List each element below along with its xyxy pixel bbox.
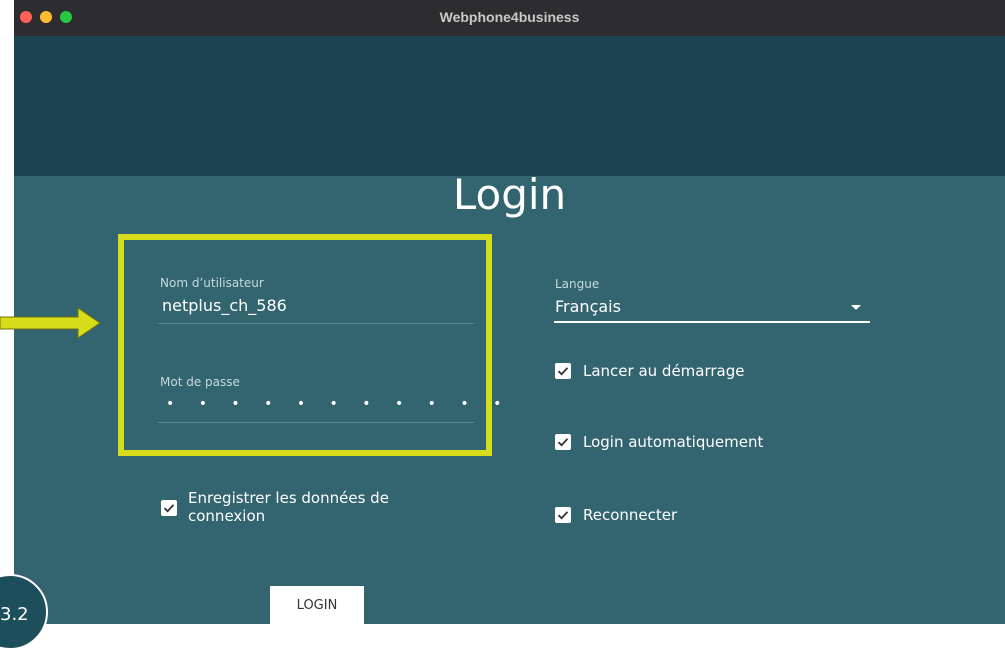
arrow-right-icon xyxy=(0,307,101,339)
highlight-box xyxy=(118,234,492,456)
save-credentials-checkbox[interactable] xyxy=(161,500,177,516)
reconnect-label: Reconnecter xyxy=(583,506,678,524)
language-select[interactable]: Français xyxy=(555,297,621,316)
save-credentials-label: Enregistrer les données de connexion xyxy=(188,489,389,525)
checkmark-icon xyxy=(557,511,569,520)
auto-login-label: Login automatiquement xyxy=(583,433,764,451)
launch-at-startup-label: Lancer au démarrage xyxy=(583,362,745,380)
header-band xyxy=(14,36,1005,176)
checkmark-icon xyxy=(163,504,175,513)
language-underline xyxy=(554,321,870,323)
app-window: Webphone4business Login Nom d’utilisateu… xyxy=(14,0,1005,624)
step-number: 3.2 xyxy=(0,604,29,625)
checkmark-icon xyxy=(557,438,569,447)
login-button[interactable]: LOGIN xyxy=(270,586,364,624)
title-bar: Webphone4business xyxy=(14,0,1005,36)
reconnect-checkbox[interactable] xyxy=(555,507,571,523)
auto-login-checkbox[interactable] xyxy=(555,434,571,450)
chevron-down-icon[interactable] xyxy=(851,305,861,310)
window-title: Webphone4business xyxy=(439,9,580,25)
page-title: Login xyxy=(452,170,567,219)
checkmark-icon xyxy=(557,367,569,376)
launch-at-startup-checkbox[interactable] xyxy=(555,363,571,379)
language-label: Langue xyxy=(555,277,600,291)
